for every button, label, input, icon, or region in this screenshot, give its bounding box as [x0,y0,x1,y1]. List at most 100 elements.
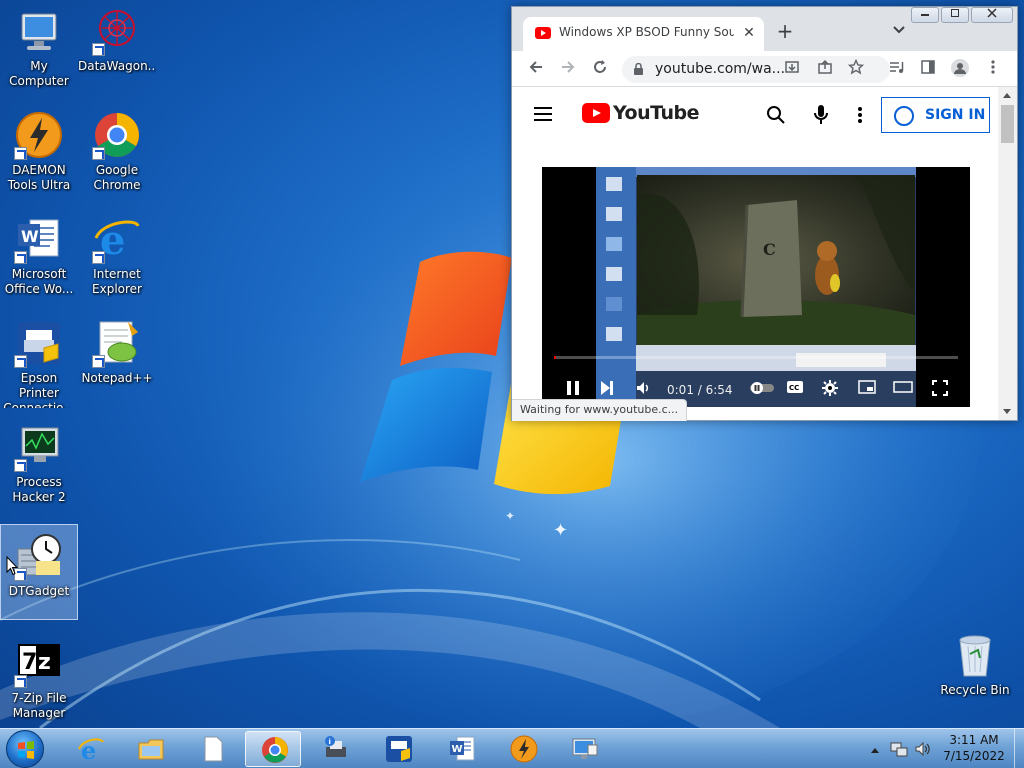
youtube-header: YouTube SIGN IN [512,87,998,143]
video-scene: C [637,175,915,345]
epson-printer-icon [385,735,413,763]
youtube-logo-icon[interactable] [582,103,610,123]
desktop-icon-internet-explorer[interactable]: e Internet Explorer [78,208,156,304]
captions-icon[interactable]: CC [786,380,804,398]
video-progress-bar[interactable] [554,356,958,359]
shortcut-arrow-icon [14,459,27,472]
sign-in-button[interactable]: SIGN IN [881,97,990,133]
tab-close-icon[interactable]: ✕ [740,24,758,42]
shortcut-arrow-icon [92,251,105,264]
network-icon[interactable] [890,740,908,761]
volume-tray-icon[interactable] [914,740,932,761]
install-app-icon[interactable] [782,59,802,79]
scroll-up-arrow-icon[interactable] [1003,93,1011,98]
back-arrow-icon[interactable] [526,59,546,79]
next-video-icon[interactable] [600,380,614,400]
forward-arrow-icon[interactable] [558,59,578,79]
settings-gear-icon[interactable] [822,380,838,400]
tab-search-chevron-icon[interactable] [890,23,908,41]
desktop-icon-label: Process Hacker 2 [12,475,66,504]
page-scrollbar[interactable] [998,87,1017,420]
desktop-icon-epson-printer[interactable]: Epson Printer Connectio... [0,312,78,408]
desktop-icon-label: Epson Printer Connectio... [3,371,75,408]
tab-youtube-video[interactable]: Windows XP BSOD Funny Sound ✕ [523,17,764,51]
browser-toolbar: youtube.com/wa... [512,51,1017,87]
tab-title: Windows XP BSOD Funny Sound [559,25,734,39]
maximize-button[interactable] [941,7,969,23]
youtube-favicon-icon [535,27,551,39]
desktop-icon-daemon-tools[interactable]: DAEMON Tools Ultra [0,104,78,200]
desktop-icon-google-chrome[interactable]: Google Chrome [78,104,156,200]
desktop-icon-recycle-bin[interactable]: Recycle Bin [936,624,1014,720]
volume-icon[interactable] [636,380,652,400]
desktop-icon-7zip[interactable]: 7z 7-Zip File Manager [0,632,78,728]
show-desktop-button[interactable] [1014,729,1024,768]
shortcut-arrow-icon [14,251,27,264]
notepadpp-icon [92,318,142,368]
desktop-icon-label: Notepad++ [81,371,153,385]
video-progress-played [554,356,556,359]
media-control-icon[interactable] [886,59,906,79]
new-tab-button[interactable]: + [775,21,795,42]
svg-text:7: 7 [22,650,37,675]
taskbar-epson-printer[interactable] [370,731,426,767]
svg-text:CC: CC [789,384,799,392]
computer-icon [14,6,64,56]
chrome-icon [261,736,289,764]
desktop-icon-process-hacker[interactable]: Process Hacker 2 [0,416,78,512]
taskbar-microsoft-word[interactable]: W [433,731,489,767]
desktop-icon-datawagon[interactable]: DataWagon... [78,0,156,96]
fullscreen-icon[interactable] [932,380,948,400]
close-window-button[interactable] [971,7,1013,23]
show-hidden-icons-icon[interactable] [870,743,880,757]
taskbar: e i W 3:11 AM 7/15/2022 [0,728,1024,768]
scroll-down-arrow-icon[interactable] [1003,409,1011,414]
search-icon[interactable] [766,105,786,128]
bookmark-star-icon[interactable] [846,58,866,79]
taskbar-file-explorer[interactable] [122,731,178,767]
desktop-icon-microsoft-word[interactable]: W Microsoft Office Wo... [0,208,78,304]
youtube-brand[interactable]: YouTube [613,102,699,124]
hamburger-menu-icon[interactable] [534,107,552,121]
microphone-icon[interactable] [814,104,828,129]
svg-text:W: W [21,227,39,246]
reload-icon[interactable] [590,59,610,79]
desktop-icon-my-computer[interactable]: My Computer [0,0,78,96]
video-player[interactable]: C 0:01 / 6:54 CC [542,167,970,407]
more-options-icon[interactable] [858,106,862,127]
taskbar-daemon-tools[interactable] [495,731,551,767]
side-panel-icon[interactable] [918,59,938,79]
desktop-icon-notepadpp[interactable]: Notepad++ [78,312,156,408]
taskbar-internet-explorer[interactable]: e [62,731,118,767]
blank-document-icon [199,735,227,763]
autoplay-toggle[interactable] [748,380,776,400]
svg-text:z: z [38,650,51,675]
taskbar-google-chrome[interactable] [245,731,301,767]
shortcut-arrow-icon [92,43,105,56]
file-explorer-icon [137,735,165,763]
window-controls [909,7,1013,25]
epson-printer-icon [14,318,64,368]
desktop-icon-label: Google Chrome [93,163,141,192]
taskbar-printer-info[interactable]: i [307,731,363,767]
svg-text:C: C [763,240,776,259]
taskbar-blank-document[interactable] [184,731,240,767]
clock-time: 3:11 AM [949,733,999,747]
windows-logo-icon [18,741,34,759]
chrome-menu-icon[interactable] [983,59,1003,79]
desktop-icon-label: Recycle Bin [940,683,1010,697]
shortcut-arrow-icon [92,147,105,160]
7zip-icon: 7z [14,638,64,688]
theater-mode-icon[interactable] [893,380,913,398]
taskbar-remote-desktop[interactable] [556,731,612,767]
start-button[interactable] [6,730,44,768]
profile-avatar-icon[interactable] [950,59,970,79]
minimize-button[interactable] [911,7,939,23]
share-icon[interactable] [815,59,835,79]
word-icon: W [14,214,64,264]
miniplayer-icon[interactable] [858,380,876,398]
pause-icon[interactable] [566,380,580,400]
taskbar-clock[interactable]: 3:11 AM 7/15/2022 [940,732,1008,764]
scroll-thumb[interactable] [1001,105,1014,143]
desktop-icon-label: My Computer [9,59,69,88]
